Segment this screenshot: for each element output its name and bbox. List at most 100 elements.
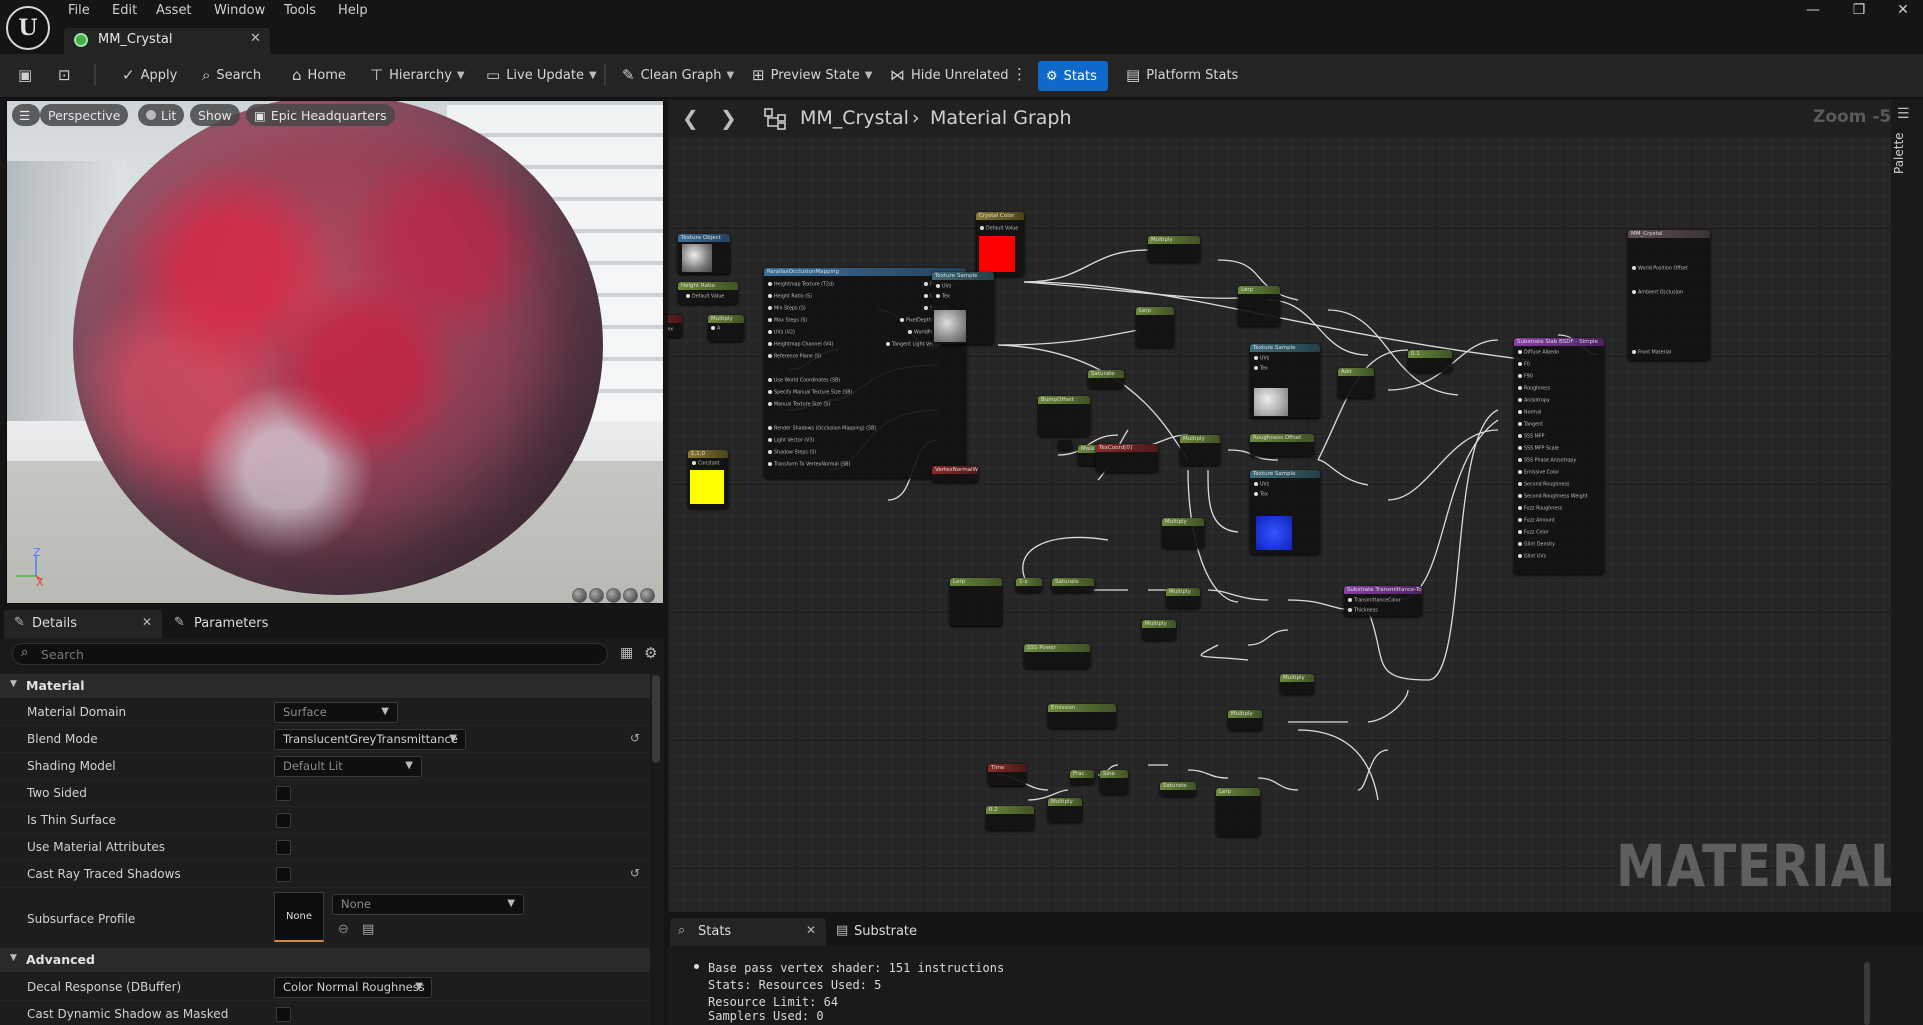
node-multiply[interactable]: Multiply bbox=[1142, 620, 1176, 640]
reset-to-default-icon[interactable]: ↺ bbox=[630, 731, 640, 745]
breadcrumb-asset[interactable]: MM_Crystal bbox=[800, 107, 909, 129]
environment-button[interactable]: ▣ Epic Headquarters bbox=[246, 104, 395, 126]
lit-button[interactable]: Lit bbox=[138, 104, 185, 126]
menu-help[interactable]: Help bbox=[338, 3, 368, 18]
decal-response-select[interactable]: Color Normal Roughness ▼ bbox=[274, 977, 432, 998]
preview-state-button[interactable]: ⊞ Preview State ▼ bbox=[752, 63, 872, 87]
teapot-shape-icon[interactable] bbox=[640, 588, 655, 603]
tab-details[interactable]: ✎ Details ✕ bbox=[4, 610, 162, 638]
node-texture-sample-normal[interactable]: Texture Sample UVs Tex bbox=[1250, 470, 1320, 554]
settings-gear-icon[interactable]: ⚙ bbox=[644, 644, 657, 662]
restore-icon[interactable]: ❐ bbox=[1844, 2, 1874, 18]
preview-viewport[interactable] bbox=[6, 100, 664, 604]
node-material-output[interactable]: MM_Crystal World Position Offset Ambient… bbox=[1628, 230, 1710, 360]
node-multiply[interactable]: Multiply bbox=[1280, 674, 1314, 694]
node-height-ratio[interactable]: Height Ratio Default Value bbox=[678, 282, 738, 304]
menu-window[interactable]: Window bbox=[214, 3, 265, 18]
clean-graph-button[interactable]: ✎ Clean Graph ▼ bbox=[622, 63, 734, 87]
home-button[interactable]: ⌂ Home bbox=[292, 63, 346, 87]
navigate-forward-icon[interactable]: ❯ bbox=[720, 106, 737, 130]
hierarchy-button[interactable]: ⊤ Hierarchy ▼ bbox=[370, 63, 465, 87]
browse-folder-icon[interactable]: ▤ bbox=[362, 922, 374, 937]
node-frac[interactable]: Frac bbox=[1070, 770, 1094, 784]
node-substrate-slab-bsdf[interactable]: Substrate Slab BSDF - Simple Diffuse Alb… bbox=[1514, 338, 1604, 574]
node-lerp[interactable]: Lerp bbox=[1136, 307, 1174, 347]
node-multiply[interactable]: Multiply bbox=[1228, 710, 1262, 730]
node-multiply[interactable]: Multiply bbox=[1048, 798, 1082, 822]
tab-stats[interactable]: ⌕ Stats ✕ bbox=[670, 918, 826, 946]
reset-to-default-icon[interactable]: ↺ bbox=[630, 866, 640, 880]
palette-tab[interactable]: Palette bbox=[1892, 114, 1906, 174]
sphere-shape-icon[interactable] bbox=[589, 588, 604, 603]
search-button[interactable]: ⌕ Search bbox=[202, 63, 261, 87]
two-sided-checkbox[interactable] bbox=[276, 786, 291, 801]
node-saturate[interactable]: Saturate bbox=[1160, 782, 1196, 796]
details-scrollbar[interactable] bbox=[652, 675, 660, 763]
save-icon[interactable]: ▣ bbox=[18, 66, 32, 84]
menu-asset[interactable]: Asset bbox=[156, 3, 192, 18]
node-texture-object[interactable]: Texture Object bbox=[678, 234, 730, 274]
cylinder-shape-icon[interactable] bbox=[572, 588, 587, 603]
use-selected-icon[interactable]: ⊖ bbox=[338, 922, 349, 937]
node-vertex-normal[interactable]: VertexNormalWS bbox=[932, 466, 978, 482]
material-domain-select[interactable]: Surface ▼ bbox=[274, 702, 398, 723]
node-one-minus[interactable]: 1-x bbox=[1016, 578, 1042, 592]
material-attributes-checkbox[interactable] bbox=[276, 840, 291, 855]
breadcrumb-graph[interactable]: Material Graph bbox=[930, 107, 1072, 129]
node-crystal-color[interactable]: Crystal Color Default Value bbox=[976, 212, 1024, 276]
subsurface-profile-select[interactable]: None ▼ bbox=[332, 894, 524, 915]
node-lerp[interactable]: Lerp bbox=[1216, 788, 1260, 836]
close-tab-icon[interactable]: ✕ bbox=[250, 31, 261, 46]
node-reroute[interactable] bbox=[1058, 440, 1072, 450]
menu-tools[interactable]: Tools bbox=[284, 3, 316, 18]
live-update-button[interactable]: ▭ Live Update ▼ bbox=[486, 63, 597, 87]
node-constant[interactable]: 0.1 bbox=[1408, 350, 1452, 372]
shading-model-select[interactable]: Default Lit ▼ bbox=[274, 756, 422, 777]
menu-edit[interactable]: Edit bbox=[112, 3, 137, 18]
menu-file[interactable]: File bbox=[68, 3, 90, 18]
node-multiply[interactable]: Multiply bbox=[1180, 435, 1220, 465]
tab-parameters[interactable]: ✎ Parameters bbox=[170, 610, 310, 638]
more-options-icon[interactable]: ⋮ bbox=[1012, 65, 1027, 83]
node-multiply[interactable]: Multiply A bbox=[708, 315, 744, 341]
node-texture-sample-1[interactable]: Texture Sample UVs Tex bbox=[932, 272, 994, 344]
browse-icon[interactable]: ⊡ bbox=[58, 66, 71, 84]
node-bump-offset[interactable]: BumpOffset bbox=[1038, 396, 1090, 436]
node-texcoord[interactable]: TexCoord[0] Coordinate Index bbox=[668, 315, 682, 337]
apply-button[interactable]: ✓ Apply bbox=[122, 63, 177, 87]
node-saturate[interactable]: Saturate bbox=[1052, 578, 1094, 592]
node-multiply[interactable]: Multiply bbox=[1162, 518, 1204, 548]
node-sine[interactable]: Sine bbox=[1100, 770, 1128, 794]
node-roughness-offset[interactable]: Roughness Offset bbox=[1250, 434, 1314, 456]
section-material[interactable]: ▼ Material bbox=[0, 674, 650, 698]
platform-stats-button[interactable]: ▤ Platform Stats bbox=[1126, 63, 1238, 87]
navigate-back-icon[interactable]: ❮ bbox=[682, 106, 699, 130]
viewport-menu-icon[interactable]: ☰ bbox=[12, 104, 40, 126]
tab-substrate[interactable]: ▤ Substrate bbox=[832, 918, 952, 946]
node-multiply[interactable]: Multiply bbox=[1148, 236, 1200, 262]
hide-unrelated-button[interactable]: ⋈ Hide Unrelated bbox=[890, 63, 1009, 87]
close-tab-icon[interactable]: ✕ bbox=[142, 615, 152, 629]
cube-shape-icon[interactable] bbox=[623, 588, 638, 603]
node-multiply[interactable]: Multiply bbox=[1166, 588, 1200, 608]
dynamic-shadow-masked-checkbox[interactable] bbox=[276, 1007, 291, 1022]
node-time[interactable]: Time bbox=[988, 764, 1026, 786]
thin-surface-checkbox[interactable] bbox=[276, 813, 291, 828]
close-window-icon[interactable]: ✕ bbox=[1888, 2, 1918, 18]
node-texcoord[interactable]: TexCoord[0] bbox=[1096, 444, 1158, 472]
node-speed[interactable]: 0.2 bbox=[986, 806, 1034, 830]
unreal-logo-icon[interactable]: U bbox=[6, 6, 50, 50]
node-lerp[interactable]: Lerp bbox=[950, 578, 1002, 626]
material-graph-canvas[interactable]: Texture Object Height Ratio Default Valu… bbox=[668, 100, 1891, 912]
node-sss-power[interactable]: SSS Power bbox=[1024, 644, 1090, 668]
table-view-icon[interactable]: ▦ bbox=[620, 645, 633, 661]
node-saturate[interactable]: Saturate bbox=[1088, 370, 1124, 388]
document-tab[interactable]: MM_Crystal ✕ bbox=[64, 28, 270, 54]
section-advanced[interactable]: ▼ Advanced bbox=[0, 948, 650, 972]
node-substrate-transmittance[interactable]: Substrate Transmittance-To-MeanFreePath … bbox=[1344, 586, 1422, 616]
minimize-icon[interactable]: — bbox=[1798, 2, 1828, 18]
subsurface-profile-thumbnail[interactable]: None bbox=[274, 892, 324, 942]
ray-traced-shadows-checkbox[interactable] bbox=[276, 867, 291, 882]
node-lerp[interactable]: Lerp bbox=[1238, 286, 1280, 326]
stats-scrollbar[interactable] bbox=[1864, 962, 1870, 1025]
